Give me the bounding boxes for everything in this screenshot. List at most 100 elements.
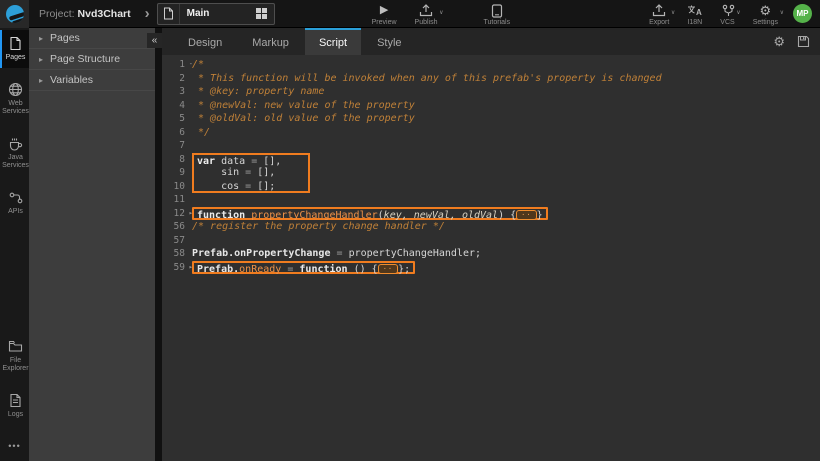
sidebar-item-file-explorer[interactable]: File Explorer [0, 333, 29, 379]
i18n-button[interactable]: A I18N [687, 1, 702, 26]
play-icon: ▶ [380, 4, 388, 17]
editor-tab-bar: DesignMarkupScriptStyle ⚙ [162, 28, 820, 55]
sidebar-item-label: Logs [8, 411, 23, 419]
code-line-59[interactable]: 59▸ Prefab.onReady = function () {··}; [162, 261, 820, 275]
sidebar-item-pages[interactable]: Pages [0, 30, 29, 68]
caret-right-icon: ▸ [39, 34, 43, 43]
sidebar-item-logs[interactable]: Logs [0, 387, 29, 425]
fold-toggle-icon[interactable]: ▸ [189, 261, 193, 275]
code-highlight-box: sin = [], [192, 166, 310, 180]
tutorials-button[interactable]: Tutorials [484, 1, 511, 26]
code-line-11[interactable]: 11 [162, 193, 820, 207]
doc-icon [9, 393, 22, 408]
publish-button[interactable]: ∨Publish [415, 1, 438, 26]
line-number: 59▸ [162, 261, 188, 275]
project-title: Project: Nvd3Chart [39, 8, 131, 20]
code-line-57[interactable]: 57 [162, 234, 820, 248]
tab-style[interactable]: Style [363, 28, 415, 55]
app-logo[interactable] [0, 0, 29, 28]
tab-design[interactable]: Design [174, 28, 236, 55]
sidebar-item-java-services[interactable]: Java Services [0, 130, 29, 176]
code-line-8[interactable]: 8 var data = [], [162, 153, 820, 167]
translate-icon: A [687, 4, 702, 17]
folded-code-icon[interactable]: ·· [516, 210, 536, 220]
line-number: 2 [162, 72, 188, 86]
user-avatar[interactable]: MP [793, 4, 812, 23]
export-label: Export [649, 19, 669, 26]
i18n-label: I18N [687, 19, 702, 26]
more-options-button[interactable]: ••• [0, 433, 29, 461]
code-line-10[interactable]: 10 cos = []; [162, 180, 820, 194]
collapse-panel-button[interactable]: « [147, 33, 162, 48]
tab-script[interactable]: Script [305, 28, 361, 55]
code-line-6[interactable]: 6 */ [162, 126, 820, 140]
upload-icon [652, 4, 666, 17]
line-number: 5 [162, 112, 188, 126]
chevron-down-icon: ∨ [671, 9, 675, 16]
nodes-icon [9, 190, 23, 205]
line-number: 3 [162, 85, 188, 99]
sidebar-item-label: Pages [6, 54, 26, 62]
vcs-label: VCS [720, 19, 734, 26]
folded-code-icon[interactable]: ·· [378, 264, 398, 274]
settings-button[interactable]: ⚙∨Settings [753, 1, 778, 26]
code-line-2[interactable]: 2 * This function will be invoked when a… [162, 72, 820, 86]
accordion-section-variables[interactable]: ▸Variables [29, 70, 155, 91]
line-number: 1- [162, 58, 188, 72]
gear-icon: ⚙ [760, 4, 772, 17]
chevron-down-icon: ∨ [780, 9, 784, 16]
code-line-12[interactable]: 12▸function propertyChangeHandler(key, n… [162, 207, 820, 221]
fold-toggle-icon[interactable]: ▸ [189, 207, 193, 221]
code-line-3[interactable]: 3 * @key: property name [162, 85, 820, 99]
editor-column: DesignMarkupScriptStyle ⚙ 1-/*2 * This f… [162, 28, 820, 461]
sidebar-item-web-services[interactable]: Web Services [0, 76, 29, 122]
preview-button[interactable]: ▶Preview [372, 1, 397, 26]
sidebar-item-apis[interactable]: APIs [0, 184, 29, 222]
line-number: 11 [162, 193, 188, 207]
project-name: Nvd3Chart [78, 8, 131, 20]
code-line-9[interactable]: 9 sin = [], [162, 166, 820, 180]
editor-settings-gear-icon[interactable]: ⚙ [773, 35, 785, 48]
panel-divider: « [155, 28, 162, 461]
top-bar: Project: Nvd3Chart › Main ▶Preview∨Publi… [0, 0, 820, 28]
grid-view-icon[interactable] [256, 8, 267, 19]
wavemaker-logo-icon [6, 5, 24, 23]
code-line-7[interactable]: 7 [162, 139, 820, 153]
tutorials-icon [491, 4, 503, 17]
line-number: 7 [162, 139, 188, 153]
code-line-4[interactable]: 4 * @newVal: new value of the property [162, 99, 820, 113]
line-number: 57 [162, 234, 188, 248]
sidebar-item-label: APIs [8, 208, 23, 216]
topbar-right-actions: ∨ExportAI18N∨VCS⚙∨Settings [640, 1, 787, 26]
chevron-down-icon: ∨ [439, 9, 443, 16]
code-line-5[interactable]: 5 * @oldVal: old value of the property [162, 112, 820, 126]
code-line-58[interactable]: 58Prefab.onPropertyChange = propertyChan… [162, 247, 820, 261]
code-highlight-box: var data = [], [192, 153, 310, 167]
accordion-section-label: Variables [50, 74, 93, 86]
project-label: Project: [39, 8, 75, 20]
tutorials-label: Tutorials [484, 19, 511, 26]
accordion-section-label: Pages [50, 32, 80, 44]
line-number: 8 [162, 153, 188, 167]
chevron-down-icon: ∨ [736, 9, 740, 16]
upload-icon [419, 4, 433, 17]
page-tab-main[interactable]: Main [157, 3, 275, 25]
code-line-1[interactable]: 1-/* [162, 58, 820, 72]
export-button[interactable]: ∨Export [649, 1, 669, 26]
tab-markup[interactable]: Markup [238, 28, 303, 55]
file-icon [158, 4, 180, 24]
page-tab-title: Main [180, 8, 256, 19]
page-icon [9, 36, 22, 51]
sidebar-item-label: Java Services [2, 154, 29, 170]
code-highlight-box: Prefab.onReady = function () {··}; [192, 261, 415, 275]
vcs-button[interactable]: ∨VCS [720, 1, 734, 26]
pages-panel: ▸ Pages ▸Page Structure▸Variables [29, 28, 155, 461]
accordion-section-page-structure[interactable]: ▸Page Structure [29, 49, 155, 70]
accordion-section-pages[interactable]: ▸ Pages [29, 28, 155, 49]
code-line-56[interactable]: 56/* register the property change handle… [162, 220, 820, 234]
topbar-tutorials: Tutorials [475, 1, 520, 26]
save-icon[interactable] [797, 35, 810, 48]
fold-toggle-icon[interactable]: - [189, 58, 193, 72]
script-code-editor[interactable]: 1-/*2 * This function will be invoked wh… [162, 55, 820, 461]
line-number: 4 [162, 99, 188, 113]
